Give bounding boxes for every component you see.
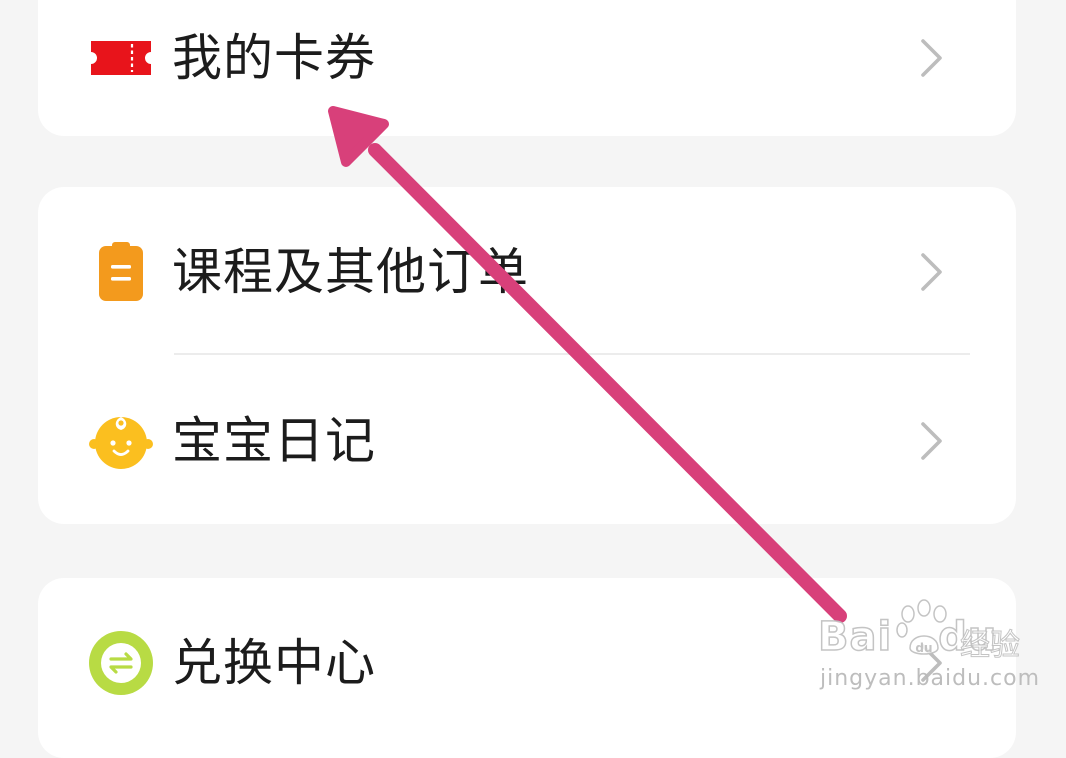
chevron-right-icon [921, 422, 942, 460]
chevron-right-icon [921, 39, 942, 77]
chevron-right-icon [921, 253, 942, 291]
menu-card-cards: 我的卡券 [38, 0, 1016, 136]
clipboard-icon [99, 242, 143, 301]
menu-item-my-coupons[interactable]: 我的卡券 [38, 0, 1016, 118]
menu-card-orders: 课程及其他订单 宝宝日记 [38, 187, 1016, 524]
menu-item-label: 兑换中心 [172, 634, 376, 692]
chevron-right-icon [921, 644, 942, 682]
row-divider [174, 353, 970, 355]
menu-item-baby-diary[interactable]: 宝宝日记 [38, 381, 1016, 501]
menu-item-label: 宝宝日记 [172, 412, 376, 470]
menu-item-label: 课程及其他订单 [172, 243, 529, 301]
baby-face-icon [89, 417, 153, 469]
menu-item-course-orders[interactable]: 课程及其他订单 [38, 212, 1016, 332]
menu-item-label: 我的卡券 [172, 29, 376, 87]
menu-card-exchange: 兑换中心 [38, 578, 1016, 758]
exchange-icon [89, 631, 153, 695]
ticket-icon [91, 41, 151, 75]
menu-item-exchange-center[interactable]: 兑换中心 [38, 603, 1016, 723]
